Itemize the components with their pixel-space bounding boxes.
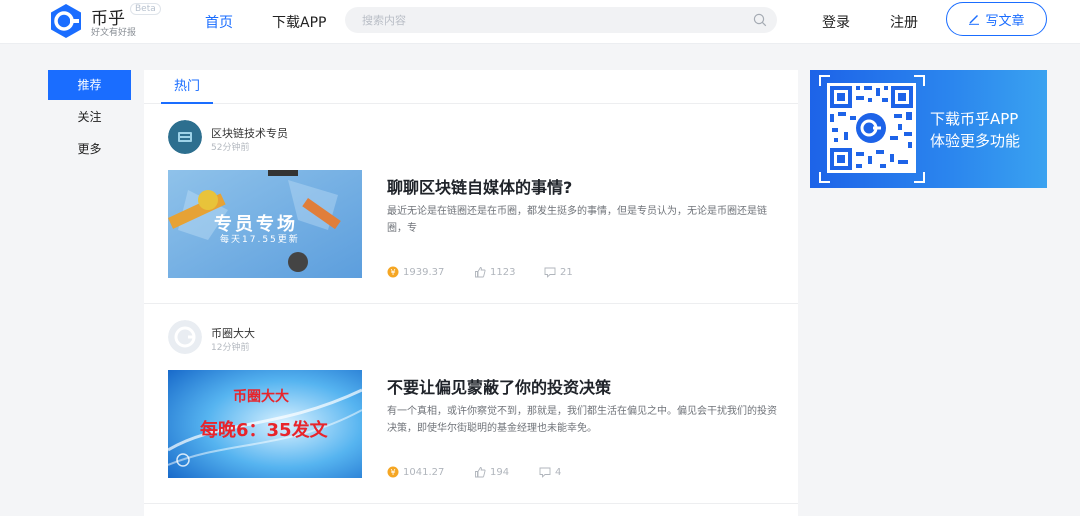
comment-icon[interactable] bbox=[544, 266, 556, 278]
comment-icon[interactable] bbox=[539, 466, 551, 478]
svg-text:¥: ¥ bbox=[390, 468, 395, 477]
like-count: 1123 bbox=[490, 266, 516, 278]
register-link[interactable]: 注册 bbox=[890, 12, 918, 32]
thumbs-up-icon[interactable] bbox=[474, 266, 486, 278]
coin-icon: ¥ bbox=[387, 266, 399, 278]
banner-line-1: 下载币乎APP bbox=[930, 110, 1019, 128]
download-app-banner[interactable]: 下载币乎APP 体验更多功能 bbox=[810, 70, 1047, 188]
comment-stat[interactable]: 4 bbox=[539, 466, 561, 478]
banner-line-2: 体验更多功能 bbox=[930, 132, 1021, 150]
top-header: 币乎 Beta 好文有好报 首页 下载APP 登录 注册 写文章 bbox=[0, 0, 1080, 44]
left-menu: 推荐 关注 更多 bbox=[48, 70, 131, 166]
article-summary: 有一个真相，或许你察觉不到，那就是，我们都生活在偏见之中。偏见会干扰我们的投资决… bbox=[387, 406, 777, 434]
beta-badge: Beta bbox=[130, 3, 161, 15]
article-summary: 最近无论是在链圈还是在币圈，都发生挺多的事情，但是专员认为，无论是币圈还是链圈，… bbox=[387, 206, 767, 234]
comment-count: 4 bbox=[555, 466, 562, 478]
write-article-label: 写文章 bbox=[985, 13, 1025, 29]
article-title[interactable]: 不要让偏见蒙蔽了你的投资决策 bbox=[387, 374, 611, 398]
coin-value: 1041.27 bbox=[403, 466, 445, 478]
article-thumbnail[interactable]: 币圈大大 每晚6：35发文 bbox=[168, 370, 362, 478]
author-name[interactable]: 币圈大大 bbox=[211, 325, 255, 341]
coin-value: 1939.37 bbox=[403, 266, 445, 278]
author-avatar[interactable] bbox=[168, 320, 202, 354]
post-time: 52分钟前 bbox=[211, 143, 250, 153]
svg-text:¥: ¥ bbox=[390, 268, 395, 277]
write-article-button[interactable]: 写文章 bbox=[946, 2, 1047, 36]
thumbnail-subtitle: 每天17.55更新 bbox=[220, 235, 300, 245]
article-title[interactable]: 聊聊区块链自媒体的事情? bbox=[387, 174, 572, 198]
nav-download-app[interactable]: 下载APP bbox=[272, 12, 326, 32]
author-avatar[interactable] bbox=[168, 120, 202, 154]
like-count: 194 bbox=[490, 466, 510, 478]
login-link[interactable]: 登录 bbox=[822, 12, 850, 32]
thumbs-up-icon[interactable] bbox=[474, 466, 486, 478]
author-name[interactable]: 区块链技术专员 bbox=[211, 125, 288, 141]
thumbnail-title: 币圈大大 bbox=[233, 389, 289, 405]
menu-item-more[interactable]: 更多 bbox=[48, 134, 131, 164]
comment-stat[interactable]: 21 bbox=[544, 266, 573, 278]
coin-icon: ¥ bbox=[387, 466, 399, 478]
search-box[interactable] bbox=[345, 7, 777, 33]
pen-icon bbox=[969, 15, 980, 25]
banner-text: 下载币乎APP 体验更多功能 bbox=[930, 108, 1020, 152]
coin-stat: ¥ 1041.27 bbox=[387, 466, 444, 478]
thumbnail-subtitle: 每晚6：35发文 bbox=[200, 420, 328, 441]
article-thumbnail[interactable]: 专员专场 每天17.55更新 bbox=[168, 170, 362, 278]
post-time: 12分钟前 bbox=[211, 343, 250, 353]
search-input[interactable] bbox=[362, 7, 742, 33]
like-stat[interactable]: 194 bbox=[474, 466, 509, 478]
slogan: 好文有好报 bbox=[91, 28, 137, 38]
tab-hot[interactable]: 热门 bbox=[161, 70, 213, 104]
comment-count: 21 bbox=[560, 266, 573, 278]
article-card[interactable]: 币圈大大 12分钟前 币圈大大 每晚6：35发文 不要让偏见蒙蔽了你的投资决策 … bbox=[144, 304, 798, 504]
nav-home[interactable]: 首页 bbox=[205, 12, 233, 32]
like-stat[interactable]: 1123 bbox=[474, 266, 515, 278]
article-feed: 热门 区块链技术专员 52分钟前 专员专场 每天17.55更新 聊聊区块链自媒体… bbox=[144, 70, 798, 516]
feed-tabs: 热门 bbox=[144, 70, 798, 104]
menu-item-follow[interactable]: 关注 bbox=[48, 102, 131, 132]
coin-stat: ¥ 1939.37 bbox=[387, 266, 444, 278]
search-icon[interactable] bbox=[753, 13, 767, 27]
bihu-logo-icon[interactable] bbox=[48, 3, 84, 39]
menu-item-recommend[interactable]: 推荐 bbox=[48, 70, 131, 100]
article-card[interactable]: 区块链技术专员 52分钟前 专员专场 每天17.55更新 聊聊区块链自媒体的事情… bbox=[144, 104, 798, 304]
